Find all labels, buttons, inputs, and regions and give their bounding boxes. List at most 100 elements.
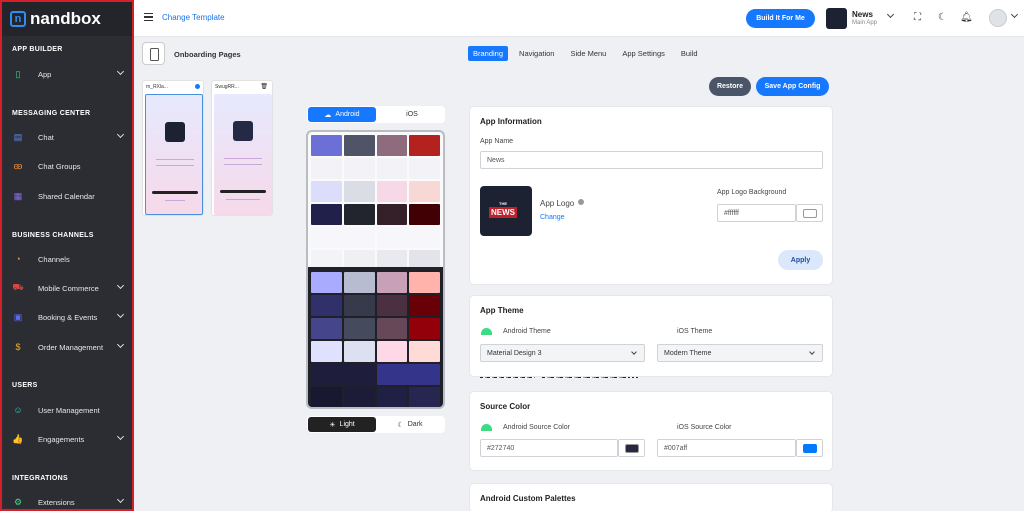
section-messaging: MESSAGING CENTER [12, 110, 91, 117]
phone-preview-icon[interactable] [142, 42, 165, 65]
sidebar-item-user-management[interactable]: ☺ User Management [2, 400, 132, 420]
save-app-config-button[interactable]: Save App Config [756, 77, 829, 96]
info-icon[interactable] [578, 199, 584, 205]
avatar[interactable] [989, 9, 1007, 27]
text-line [224, 158, 262, 159]
chevron-down-icon [116, 340, 125, 349]
chevron-down-icon [631, 349, 637, 355]
logo-background-picker[interactable] [796, 204, 823, 222]
sidebar-item-engagements[interactable]: 👍 Engagements [2, 429, 132, 449]
android-theme-select[interactable]: Material Design 3 [480, 344, 645, 362]
change-template-link[interactable]: Change Template [162, 13, 225, 22]
ios-theme-select[interactable]: Modern Theme [657, 344, 823, 362]
color-swatch [625, 444, 639, 453]
sidebar-item-booking[interactable]: ▣ Booking & Events [2, 307, 132, 327]
android-label: Android [335, 111, 360, 118]
change-logo-link[interactable]: Change [540, 214, 565, 221]
chevron-down-icon [809, 349, 815, 355]
dark-tab[interactable]: ☾ Dark [376, 417, 444, 432]
app-root: n nandbox APP BUILDER ▯ App MESSAGING CENT… [0, 0, 1024, 511]
thumb-button [220, 190, 266, 193]
sidebar-item-label: Booking & Events [38, 312, 98, 322]
android-source-input[interactable]: #272740 [480, 439, 618, 457]
tab-navigation[interactable]: Navigation [514, 46, 559, 61]
restore-button[interactable]: Restore [709, 77, 751, 96]
swatch [311, 341, 342, 362]
swatch [311, 158, 342, 179]
ios-color-picker[interactable] [796, 439, 823, 457]
brand-logo[interactable]: n nandbox [2, 2, 132, 36]
sidebar-item-extensions[interactable]: ⚙ Extensions [2, 492, 132, 509]
swatch [376, 135, 408, 156]
swatch [311, 227, 375, 248]
tab-branding[interactable]: Branding [468, 46, 509, 61]
fullscreen-icon[interactable]: ⛶ [914, 12, 921, 23]
swatch [343, 272, 375, 293]
sidebar-item-shared-calendar[interactable]: ▦ Shared Calendar [2, 186, 132, 206]
onboarding-page-card[interactable]: SwugRR... 🗑︎ [211, 80, 273, 216]
sidebar-item-app[interactable]: ▯ App [2, 64, 132, 84]
chevron-down-icon[interactable] [886, 10, 895, 19]
trash-icon[interactable]: 🗑︎ [260, 83, 268, 90]
sidebar-item-label: App [38, 69, 52, 79]
ios-source-input[interactable]: #007aff [657, 439, 796, 457]
onboarding-page-card[interactable]: m_RXla... [142, 80, 204, 216]
sidebar-item-channels[interactable]: ◔ Channels [2, 249, 132, 269]
app-logo-label: App Logo [540, 199, 575, 208]
logo-background-input[interactable]: #ffffff [717, 204, 796, 222]
sidebar-item-mobile-commerce[interactable]: ⛟ Mobile Commerce [2, 278, 132, 298]
user-gear-icon: ☺ [13, 405, 23, 415]
dollar-icon: $ [15, 342, 21, 352]
swatch [376, 227, 440, 248]
swatch [343, 295, 375, 316]
menu-icon[interactable] [144, 13, 153, 21]
swatch [376, 158, 408, 179]
app-name-label: App Name [480, 138, 514, 145]
chevron-down-icon[interactable] [1010, 10, 1019, 19]
group-icon: ꙭ [13, 160, 23, 171]
dark-mode-icon[interactable]: ☾ [938, 12, 947, 23]
sidebar-item-chat-groups[interactable]: ꙭ Chat Groups [2, 156, 132, 176]
swatch [376, 272, 408, 293]
chevron-down-icon [116, 495, 125, 504]
android-icon [481, 328, 492, 335]
android-source-label: Android Source Color [503, 424, 570, 431]
ios-label: iOS [406, 111, 418, 118]
android-color-picker[interactable] [618, 439, 645, 457]
sidebar-item-chat[interactable]: ▤ Chat [2, 127, 132, 147]
app-thumbnail[interactable] [826, 8, 847, 29]
swatch [311, 135, 342, 156]
swatch [376, 295, 408, 316]
sidebar-item-order-management[interactable]: $ Order Management [2, 337, 132, 357]
light-label: Light [339, 421, 355, 428]
swatch [343, 387, 375, 407]
sidebar-item-label: Chat [38, 132, 54, 142]
build-it-for-me-button[interactable]: Build It For Me [746, 9, 815, 28]
swatch [409, 181, 440, 202]
swatch [376, 204, 408, 225]
tab-app-settings[interactable]: App Settings [617, 46, 670, 61]
ios-theme-label: iOS Theme [677, 328, 713, 335]
light-tab[interactable]: ☀ Light [308, 417, 376, 432]
app-information-panel: App Information App Name News THE NEWS A… [469, 106, 833, 378]
ios-tab[interactable]: iOS [376, 107, 444, 122]
swatch [376, 387, 408, 407]
chevron-down-icon [116, 281, 125, 290]
section-business: BUSINESS CHANNELS [12, 232, 94, 239]
color-swatch [803, 444, 817, 453]
swatch [409, 341, 440, 362]
app-name-input[interactable]: News [480, 151, 823, 169]
android-tab[interactable]: ☁ Android [308, 107, 376, 122]
swatch [409, 204, 440, 225]
tab-build[interactable]: Build [676, 46, 703, 61]
tab-side-menu[interactable]: Side Menu [565, 46, 611, 61]
text-line [224, 164, 262, 165]
apply-button[interactable]: Apply [778, 250, 823, 270]
swatch [311, 318, 342, 339]
bell-icon[interactable]: 🔔︎ [960, 12, 973, 23]
palette-preview [306, 130, 445, 409]
sidebar-item-label: Order Management [38, 342, 104, 352]
sidebar: n nandbox APP BUILDER ▯ App MESSAGING CENT… [0, 0, 134, 511]
swatch [376, 181, 408, 202]
dark-palette-grid [308, 269, 443, 407]
